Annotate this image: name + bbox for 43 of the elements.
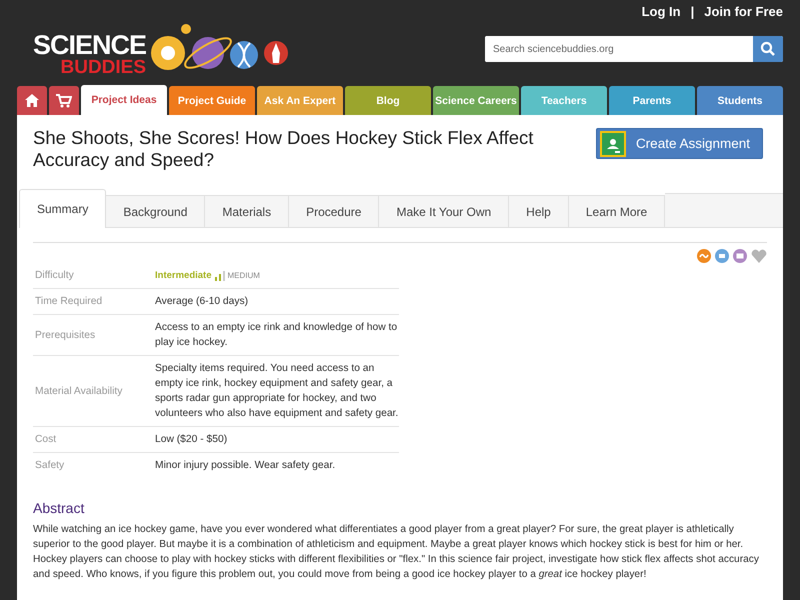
nav-tab[interactable]: Students bbox=[697, 86, 783, 115]
tab[interactable]: Background bbox=[106, 195, 206, 228]
home-icon bbox=[25, 94, 39, 107]
detail-label: Prerequisites bbox=[33, 314, 155, 356]
difficulty-level: Intermediate bbox=[155, 269, 212, 283]
classroom-icon bbox=[600, 130, 626, 156]
heart-icon[interactable] bbox=[751, 249, 767, 263]
detail-label: Difficulty bbox=[33, 263, 155, 288]
detail-value: Specialty items required. You need access to an empty ice rink, hockey equipment and safety gear, a sports radar gun appropriate for hockey, and two volunteers who also have equipment and safety gear. bbox=[155, 363, 398, 419]
detail-value: Low ($20 - $50) bbox=[155, 434, 228, 445]
detail-value: Average (6-10 days) bbox=[155, 296, 248, 307]
tab[interactable]: Procedure bbox=[289, 195, 380, 228]
difficulty-note: MEDIUM bbox=[228, 270, 260, 282]
home-button[interactable] bbox=[17, 86, 47, 115]
tab[interactable]: Make It Your Own bbox=[379, 195, 510, 228]
separator: | bbox=[690, 4, 694, 19]
create-assignment-button[interactable]: Create Assignment bbox=[596, 128, 763, 159]
cart-button[interactable] bbox=[49, 86, 79, 115]
detail-value: Minor injury possible. Wear safety gear. bbox=[155, 460, 336, 471]
detail-label: Material Availability bbox=[33, 356, 155, 426]
share-icon[interactable] bbox=[697, 249, 711, 263]
section-heading: Abstract bbox=[33, 500, 86, 516]
tab[interactable]: Learn More bbox=[568, 195, 666, 228]
tab[interactable]: Help bbox=[509, 195, 569, 228]
difficulty-bars-icon bbox=[214, 270, 224, 280]
detail-label: Safety bbox=[33, 452, 155, 478]
abstract-text: While watching an ice hockey game, have you ever wondered what differentiates a good player from a great player? For sure, the great player is athletically superior to the good player. But maybe it is a combination of athleticism and equipment. Maybe a great player knows which hockey stick is best for him or her. Hockey players can choose to play with hockey sticks with different flexibilities or "flex." In this science fair project, investigate how stick flex affects shot accuracy and speed. Who knows, if you figure this problem out, you could move from being a good ice hockey player to a great ice hockey player! bbox=[33, 523, 760, 582]
tab[interactable]: Materials bbox=[205, 195, 290, 228]
page-title: She Shoots, She Scores! How Does Hockey Stick Flex Affect Accuracy and Speed? bbox=[33, 127, 534, 171]
auth-link[interactable]: Log In bbox=[642, 4, 681, 19]
nav-tab[interactable]: Project Ideas bbox=[81, 85, 167, 115]
auth-link[interactable]: Join for Free bbox=[704, 4, 783, 19]
email-icon[interactable] bbox=[733, 249, 747, 263]
logo-text[interactable]: SCIENCE bbox=[33, 33, 146, 59]
detail-label: Time Required bbox=[33, 288, 155, 314]
search-field[interactable]: Search sciencebuddies.org bbox=[485, 36, 783, 62]
cart-icon bbox=[56, 94, 72, 108]
search-button[interactable] bbox=[753, 36, 783, 62]
print-icon[interactable] bbox=[715, 249, 729, 263]
search-icon bbox=[760, 41, 776, 57]
detail-label: Cost bbox=[33, 426, 155, 452]
detail-value: Access to an empty ice rink and knowledge of how to play ice hockey. bbox=[155, 322, 398, 348]
tab[interactable]: Summary bbox=[19, 189, 106, 228]
